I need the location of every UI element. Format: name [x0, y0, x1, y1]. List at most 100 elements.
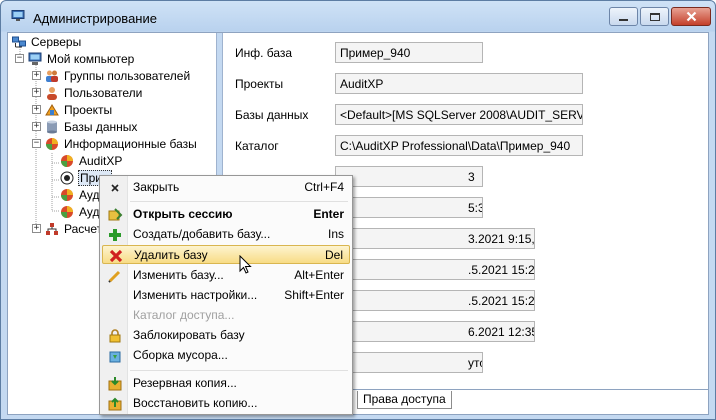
- menu-label-create-database: Создать/добавить базу...: [133, 227, 271, 241]
- menu-label-edit-settings: Изменить настройки...: [133, 288, 258, 302]
- field-row-5[interactable]: 3: [335, 166, 483, 187]
- network-icon: [46, 222, 58, 235]
- mouse-cursor-icon: [239, 255, 252, 274]
- tree-label-databases: Базы данных: [64, 119, 138, 134]
- field-row-7[interactable]: 3.2021 9:15, Администратор: [335, 228, 535, 249]
- tree-label-auditxp: AuditXP: [79, 153, 123, 168]
- field-databases[interactable]: <Default>[MS SQLServer 2008\AUDIT_SERVER…: [335, 104, 583, 125]
- menu-item-garbage-collect[interactable]: Сборка мусора...: [102, 346, 350, 365]
- minimize-button[interactable]: [609, 7, 638, 26]
- infobase-icon: [46, 137, 58, 150]
- user-group-icon: [46, 70, 58, 82]
- expand-icon[interactable]: +: [32, 105, 41, 114]
- open-session-icon: [108, 208, 123, 221]
- tree-item-projects[interactable]: + Проекты: [32, 101, 113, 118]
- infobase-icon: [61, 205, 73, 218]
- menu-item-access-catalog[interactable]: Каталог доступа...: [102, 306, 350, 325]
- tree-item-databases[interactable]: + Базы данных: [32, 118, 138, 135]
- collapse-icon[interactable]: −: [32, 139, 41, 148]
- infobase-icon: [61, 154, 73, 167]
- menu-item-edit-settings[interactable]: Изменить настройки... Shift+Enter: [102, 286, 350, 305]
- menu-label-close: Закрыть: [133, 180, 180, 194]
- field-row-8[interactable]: .5.2021 15:27, Администратор: [335, 259, 535, 280]
- menu-shortcut-delete-database: Del: [324, 248, 343, 262]
- expand-icon[interactable]: +: [32, 122, 41, 131]
- menu-item-restore[interactable]: Восстановить копию...: [102, 394, 350, 413]
- menu-label-access-catalog: Каталог доступа...: [133, 308, 235, 322]
- tree-item-infobases[interactable]: − Информационные базы: [32, 135, 198, 152]
- infobase-icon: [61, 188, 73, 201]
- label-databases: Базы данных: [235, 108, 309, 122]
- label-projects: Проекты: [235, 77, 284, 91]
- tree-label-projects: Проекты: [64, 102, 113, 117]
- close-icon: [686, 11, 696, 22]
- menu-shortcut-edit-settings: Shift+Enter: [284, 288, 344, 302]
- context-menu: Закрыть Ctrl+F4 Открыть сессию Enter Соз…: [99, 175, 353, 415]
- menu-label-backup: Резервная копия...: [133, 376, 237, 390]
- menu-shortcut-edit-database: Alt+Enter: [294, 268, 344, 282]
- menu-label-delete-database: Удалить базу: [134, 248, 208, 262]
- database-icon: [47, 120, 57, 133]
- menu-item-lock-database[interactable]: Заблокировать базу: [102, 326, 350, 345]
- tree-label-user-groups: Группы пользователей: [64, 68, 191, 83]
- menu-separator: [130, 370, 348, 371]
- menu-item-close[interactable]: Закрыть Ctrl+F4: [102, 178, 350, 197]
- field-row-9[interactable]: .5.2021 15:28, Администратор: [335, 290, 535, 311]
- backup-icon: [108, 377, 122, 391]
- expand-icon[interactable]: +: [32, 71, 41, 80]
- menu-item-edit-database[interactable]: Изменить базу... Alt+Enter: [102, 266, 350, 285]
- expand-icon[interactable]: +: [32, 88, 41, 97]
- menu-item-create-database[interactable]: Создать/добавить базу... Ins: [102, 225, 350, 244]
- title-bar[interactable]: Администрирование: [1, 1, 715, 32]
- tree-item-my-computer[interactable]: − Мой компьютер: [15, 50, 135, 67]
- lock-icon: [109, 329, 121, 343]
- menu-label-edit-database: Изменить базу...: [133, 268, 224, 282]
- delete-icon: [109, 249, 123, 263]
- tree-item-users[interactable]: + Пользователи: [32, 84, 143, 101]
- maximize-icon: [649, 12, 660, 21]
- menu-label-open-session: Открыть сессию: [133, 207, 233, 221]
- menu-item-delete-database[interactable]: Удалить базу Del: [102, 245, 350, 264]
- projects-icon: [45, 103, 59, 115]
- menu-label-restore: Восстановить копию...: [133, 396, 258, 410]
- collapse-icon[interactable]: −: [15, 54, 24, 63]
- tree-item-auditxp[interactable]: AuditXP: [60, 152, 123, 169]
- tree-label-infobases: Информационные базы: [64, 136, 197, 151]
- menu-item-open-session[interactable]: Открыть сессию Enter: [102, 205, 350, 224]
- menu-label-lock-database: Заблокировать базу: [133, 328, 245, 342]
- close-icon: [111, 184, 119, 192]
- computer-icon: [28, 52, 42, 65]
- servers-icon: [12, 36, 26, 47]
- plus-icon: [109, 229, 121, 241]
- tree-item-user-groups[interactable]: + Группы пользователей: [32, 67, 191, 84]
- infobase-open-icon: [60, 171, 74, 184]
- label-catalog: Каталог: [235, 139, 279, 153]
- close-window-button[interactable]: [671, 7, 711, 26]
- menu-item-backup[interactable]: Резервная копия...: [102, 374, 350, 393]
- pencil-icon: [108, 270, 121, 283]
- tab-access-rights[interactable]: Права доступа: [357, 391, 452, 409]
- field-row-11[interactable]: утствует>: [335, 352, 483, 373]
- tree-label-my-computer: Мой компьютер: [47, 51, 135, 66]
- expand-icon[interactable]: +: [32, 224, 41, 233]
- menu-label-garbage-collect: Сборка мусора...: [133, 348, 228, 362]
- tree-item-servers[interactable]: Серверы: [12, 33, 82, 50]
- field-projects[interactable]: AuditXP: [335, 73, 583, 94]
- user-icon: [47, 86, 57, 100]
- label-infobase: Инф. база: [235, 46, 293, 60]
- main-window: Администрирование Серверы − Мой компьюте…: [0, 0, 716, 420]
- recycle-icon: [109, 351, 121, 363]
- tree-label-servers: Серверы: [31, 34, 82, 49]
- field-catalog[interactable]: C:\AuditXP Professional\Data\Пример_940: [335, 135, 583, 156]
- menu-shortcut-open-session: Enter: [313, 207, 344, 221]
- restore-icon: [108, 397, 122, 411]
- window-title: Администрирование: [33, 11, 157, 26]
- menu-shortcut-create-database: Ins: [327, 227, 344, 241]
- field-infobase[interactable]: Пример_940: [335, 42, 483, 63]
- menu-shortcut-close: Ctrl+F4: [304, 180, 344, 194]
- maximize-button[interactable]: [640, 7, 669, 26]
- computer-icon: [11, 10, 25, 21]
- field-row-10[interactable]: 6.2021 12:35, Администратор: [335, 321, 535, 342]
- tree-label-users: Пользователи: [64, 85, 143, 100]
- field-row-6[interactable]: 5:33: [335, 197, 483, 218]
